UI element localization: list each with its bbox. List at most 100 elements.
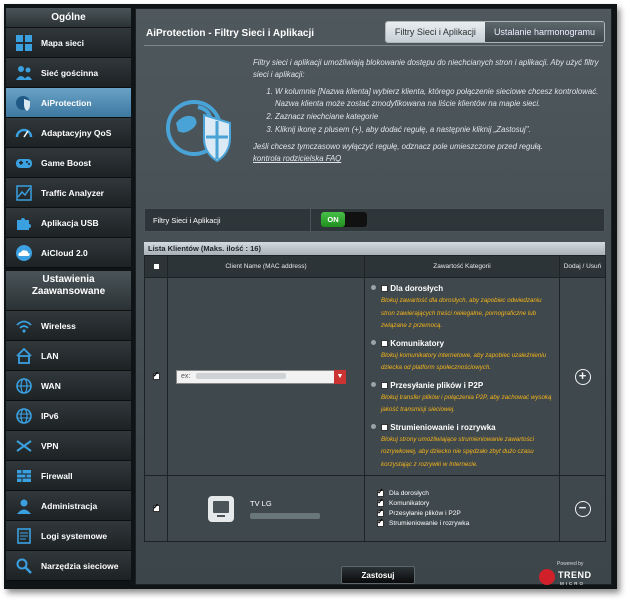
- gamepad-icon: [14, 153, 34, 173]
- firewall-icon: [14, 466, 34, 486]
- category-checkbox[interactable]: [381, 339, 388, 347]
- page-title: AiProtection - Filtry Sieci i Aplikacji: [146, 28, 315, 39]
- brand-name: TREND: [558, 570, 592, 580]
- category-title: Strumieniowanie i rozrywka: [390, 422, 496, 432]
- category-cell: Dla dorosłych Blokuj zawartość dla doros…: [364, 277, 560, 476]
- add-rule-button[interactable]: +: [574, 368, 591, 385]
- select-all-column: [144, 255, 168, 278]
- existing-category: Strumieniowanie i rozrywka: [377, 517, 559, 527]
- add-cell: +: [559, 277, 606, 476]
- category-checkbox[interactable]: [381, 423, 388, 431]
- router-window: Ogólne Mapa sieci Sieć gościnna AiProtec…: [4, 4, 617, 589]
- existing-category: Dla dorosłych: [377, 487, 559, 497]
- sidebar-item-lan[interactable]: LAN: [6, 341, 131, 371]
- instruction-step: W kolumnie [Nazwa klienta] wybierz klien…: [275, 86, 605, 110]
- usb-puzzle-icon: [14, 213, 34, 233]
- category-title: Przesyłanie plików i P2P: [390, 380, 484, 390]
- client-list-header: Lista Klientów (Maks. ilość : 16): [144, 242, 605, 255]
- network-tools-icon: [14, 556, 34, 576]
- intro-note: Jeśli chcesz tymczasowo wyłączyć regułę,…: [253, 142, 543, 151]
- sidebar-item-guest-network[interactable]: Sieć gościnna: [6, 58, 131, 88]
- sidebar-item-traffic-analyzer[interactable]: Traffic Analyzer: [6, 178, 131, 208]
- intro-text: Filtry sieci i aplikacji umożliwiają blo…: [253, 57, 605, 165]
- existing-category-label: Komunikatory: [389, 500, 430, 507]
- category-checkbox[interactable]: [381, 381, 388, 389]
- guest-network-icon: [14, 63, 34, 83]
- instruction-step: Zaznacz niechciane kategorie: [275, 111, 605, 123]
- main-panel: AiProtection - Filtry Sieci i Aplikacji …: [135, 8, 612, 586]
- wan-globe-icon: [14, 376, 34, 396]
- tab-schedule[interactable]: Ustalanie harmonogramu: [484, 22, 604, 42]
- column-add-remove: Dodaj / Usuń: [559, 255, 606, 278]
- instructions-list: W kolumnie [Nazwa klienta] wybierz klien…: [275, 86, 605, 136]
- category-description: Blokuj zawartość dla dorosłych, aby zapo…: [381, 297, 542, 329]
- sidebar-item-game-boost[interactable]: Game Boost: [6, 148, 131, 178]
- client-select[interactable]: ex: ▼: [176, 369, 346, 384]
- qos-gauge-icon: [14, 123, 34, 143]
- column-categories: Zawartość Kategorii: [364, 255, 560, 278]
- existing-category-checkbox[interactable]: [377, 517, 384, 527]
- sidebar-item-vpn[interactable]: VPN: [6, 431, 131, 461]
- sidebar-item-administration[interactable]: Administracja: [6, 491, 131, 521]
- filter-enable-toggle[interactable]: ON: [321, 212, 367, 227]
- client-select-value: [196, 372, 287, 379]
- admin-user-icon: [14, 496, 34, 516]
- new-rule-checkbox-cell: [144, 277, 168, 476]
- filter-enable-row: Filtry Sieci i Aplikacji ON: [144, 208, 605, 232]
- existing-category-label: Przesyłanie plików i P2P: [389, 510, 461, 517]
- brand-sub: MICRO: [560, 581, 585, 586]
- expand-bullet-icon: [371, 381, 376, 387]
- vpn-icon: [14, 436, 34, 456]
- sidebar-item-network-tools[interactable]: Narzędzia sieciowe: [6, 551, 131, 581]
- toggle-state: ON: [321, 212, 345, 227]
- existing-category-checkbox[interactable]: [377, 507, 384, 517]
- category-description: Blokuj komunikatory internetowe, aby zap…: [381, 351, 547, 372]
- cloud-icon: [14, 243, 34, 263]
- sidebar-item-usb-application[interactable]: Aplikacja USB: [6, 208, 131, 238]
- new-rule-row: ex: ▼ Dla dorosłych Blokuj zawartość dla…: [144, 277, 606, 476]
- system-log-icon: [14, 526, 34, 546]
- faq-link[interactable]: kontrola rodzicielska FAQ: [253, 153, 605, 165]
- sidebar-item-adaptive-qos[interactable]: Adaptacyjny QoS: [6, 118, 131, 148]
- sidebar-item-ipv6[interactable]: IPv6: [6, 401, 131, 431]
- existing-rule-checkbox[interactable]: [152, 502, 160, 513]
- client-select-cell: ex: ▼: [167, 277, 365, 476]
- existing-category-label: Strumieniowanie i rozrywka: [389, 520, 470, 527]
- existing-rule-row: TV LG Dla dorosłych Komunikatory Przesył…: [144, 475, 606, 542]
- category-checkbox[interactable]: [381, 285, 388, 293]
- existing-category-checkbox[interactable]: [377, 497, 384, 507]
- category-title: Komunikatory: [390, 338, 445, 348]
- sidebar-item-aiprotection[interactable]: AiProtection: [6, 88, 131, 118]
- remove-rule-button[interactable]: −: [574, 500, 591, 517]
- chevron-down-icon[interactable]: ▼: [334, 369, 346, 384]
- sidebar-item-aicloud[interactable]: AiCloud 2.0: [6, 238, 131, 268]
- category-description: Blokuj strony umożliwiające strumieniowa…: [381, 435, 535, 468]
- sidebar-header-general: Ogólne: [6, 8, 131, 28]
- network-map-icon: [14, 33, 34, 53]
- column-client-name: Client Name (MAC address): [167, 255, 365, 278]
- sidebar-item-firewall[interactable]: Firewall: [6, 461, 131, 491]
- instruction-step: Kliknij ikonę z plusem (+), aby dodać re…: [275, 124, 605, 136]
- new-rule-checkbox[interactable]: [152, 370, 160, 381]
- category-option: Przesyłanie plików i P2P Blokuj transfer…: [365, 381, 557, 417]
- sidebar-item-wan[interactable]: WAN: [6, 371, 131, 401]
- select-all-checkbox[interactable]: [152, 262, 160, 270]
- shield-globe-icon: [164, 93, 239, 163]
- category-title: Dla dorosłych: [390, 284, 444, 293]
- sidebar-item-system-log[interactable]: Logi systemowe: [6, 521, 131, 551]
- existing-category-cell: Dla dorosłych Komunikatory Przesyłanie p…: [364, 475, 560, 542]
- intro-lead: Filtry sieci i aplikacji umożliwiają blo…: [253, 58, 599, 79]
- aiprotection-icon: [14, 93, 34, 113]
- existing-category-checkbox[interactable]: [377, 487, 384, 497]
- category-option: Dla dorosłych Blokuj zawartość dla doros…: [365, 284, 557, 333]
- tab-web-app-filters[interactable]: Filtry Sieci i Aplikacji: [385, 22, 485, 42]
- sidebar-item-wireless[interactable]: Wireless: [6, 311, 131, 341]
- client-table: Client Name (MAC address) Zawartość Kate…: [144, 255, 606, 542]
- existing-category: Komunikatory: [377, 497, 559, 507]
- remove-cell: −: [559, 475, 606, 542]
- ipv6-globe-icon: [14, 406, 34, 426]
- expand-bullet-icon: [371, 339, 376, 345]
- sidebar-item-network-map[interactable]: Mapa sieci: [6, 28, 131, 58]
- apply-button[interactable]: Zastosuj: [341, 566, 415, 584]
- device-mac-address: [250, 512, 320, 519]
